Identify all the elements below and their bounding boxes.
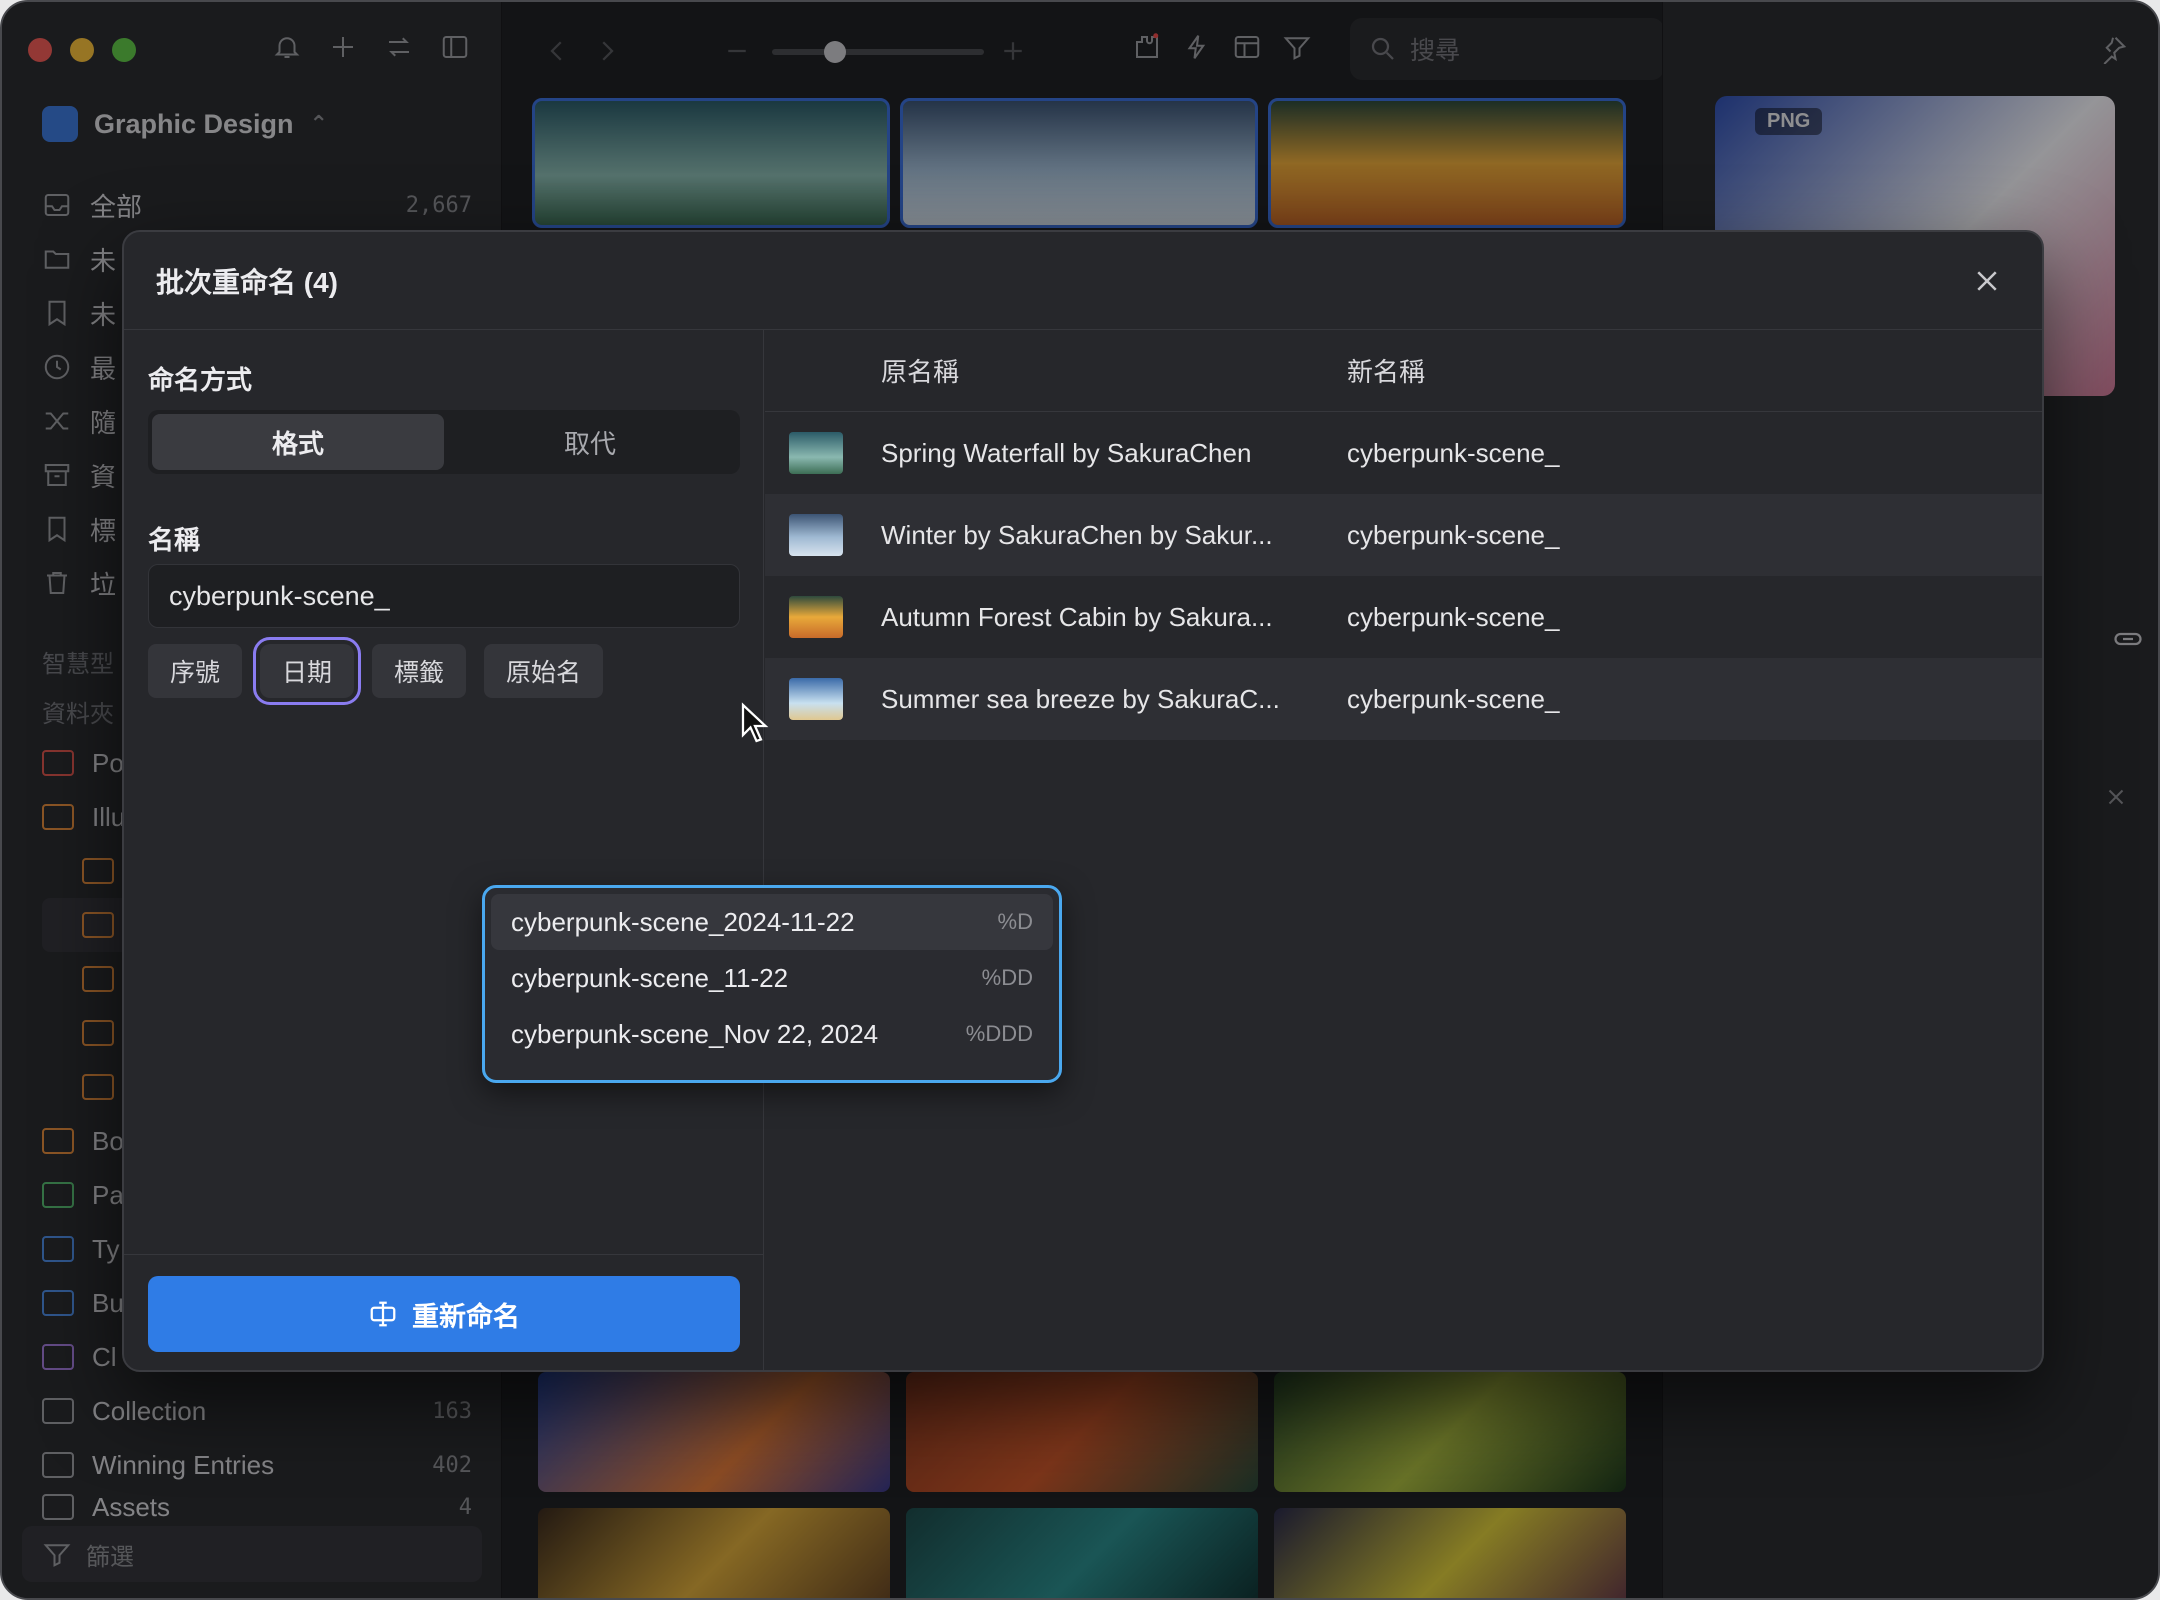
dropdown-item-format: %DD [981,965,1033,990]
dropdown-item-label: cyberpunk-scene_11-22 [511,962,789,993]
original-name: Spring Waterfall by SakuraChen [881,437,1252,468]
table-row: Autumn Forest Cabin by Sakura... cyberpu… [765,576,2042,658]
new-name: cyberpunk-scene_ [1347,601,1560,632]
chip-original-name[interactable]: 原始名 [484,644,604,698]
rename-button-label: 重新命名 [412,1301,520,1332]
column-new: 新名稱 [1347,357,1426,387]
chip-date[interactable]: 日期 [253,637,362,705]
row-thumbnail [789,514,843,556]
close-icon[interactable] [1972,266,2002,296]
new-name: cyberpunk-scene_ [1347,519,1560,550]
original-name: Autumn Forest Cabin by Sakura... [881,601,1273,632]
dropdown-item-format: %D [997,909,1033,934]
name-input-value: cyberpunk-scene_ [169,580,390,611]
row-thumbnail [789,432,843,474]
rename-preview-table: 原名稱 新名稱 Spring Waterfall by SakuraChen c… [765,330,2042,1370]
row-thumbnail [789,678,843,720]
dropdown-item[interactable]: cyberpunk-scene_11-22 %DD [491,950,1053,1006]
method-label: 命名方式 [148,365,253,395]
new-name: cyberpunk-scene_ [1347,683,1560,714]
dialog-header: 批次重命名 (4) [124,232,2042,330]
column-original: 原名稱 [881,357,960,387]
tab-replace[interactable]: 取代 [444,414,736,470]
tab-format[interactable]: 格式 [152,414,444,470]
original-name: Winter by SakuraChen by Sakur... [881,519,1273,550]
table-row: Winter by SakuraChen by Sakur... cyberpu… [765,494,2042,576]
token-chips: 序號 日期 標籤 原始名 [148,637,604,705]
dropdown-item-label: cyberpunk-scene_2024-11-22 [511,906,855,937]
name-label: 名稱 [148,525,201,555]
dropdown-item-format: %DDD [965,1021,1033,1046]
rename-icon [368,1299,398,1329]
new-name: cyberpunk-scene_ [1347,437,1560,468]
row-thumbnail [789,596,843,638]
divider [124,1254,764,1255]
dialog-title: 批次重命名 (4) [156,266,339,298]
chip-tag[interactable]: 標籤 [372,644,467,698]
batch-rename-dialog: 批次重命名 (4) 命名方式 格式 取代 名稱 cyberpunk-scene_… [122,230,2044,1372]
app-window: Graphic Design ⌃ 全部 2,667 未 未 最 隨 資 標 垃 … [0,0,2160,1600]
original-name: Summer sea breeze by SakuraC... [881,683,1280,714]
name-input[interactable]: cyberpunk-scene_ [148,564,740,628]
chip-sequence[interactable]: 序號 [148,644,243,698]
mouse-cursor-icon [740,702,770,743]
table-row: Spring Waterfall by SakuraChen cyberpunk… [765,412,2042,494]
rename-button[interactable]: 重新命名 [148,1276,740,1352]
table-header: 原名稱 新名稱 [765,330,2042,412]
table-row: Summer sea breeze by SakuraC... cyberpun… [765,658,2042,740]
method-segmented-control: 格式 取代 [148,410,740,474]
dropdown-item[interactable]: cyberpunk-scene_2024-11-22 %D [491,894,1053,950]
rename-settings: 命名方式 格式 取代 名稱 cyberpunk-scene_ 序號 日期 標籤 … [124,330,764,1370]
date-format-dropdown: cyberpunk-scene_2024-11-22 %D cyberpunk-… [482,885,1062,1083]
dropdown-item[interactable]: cyberpunk-scene_Nov 22, 2024 %DDD [491,1006,1053,1062]
dropdown-item-label: cyberpunk-scene_Nov 22, 2024 [511,1018,879,1049]
